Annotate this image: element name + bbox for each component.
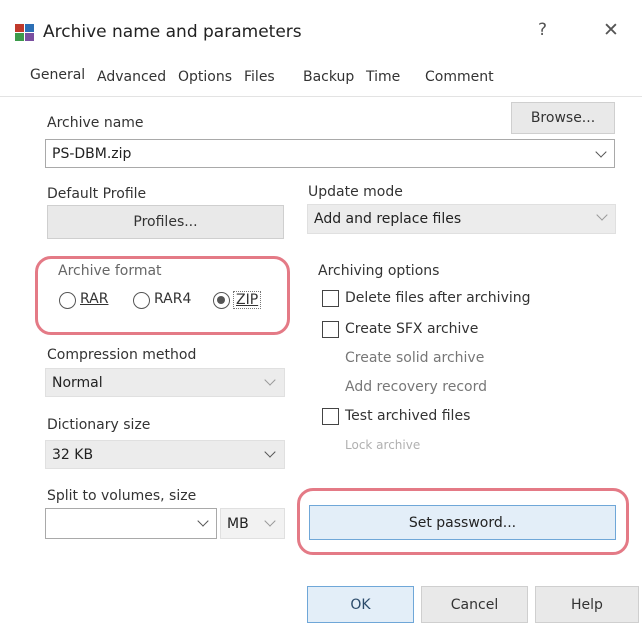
add-recovery-label[interactable]: Add recovery record bbox=[345, 379, 487, 395]
delete-after-checkbox[interactable] bbox=[322, 290, 339, 307]
archiving-options-label: Archiving options bbox=[318, 263, 440, 279]
update-mode-select[interactable]: Add and replace files bbox=[307, 204, 616, 234]
tab-backup[interactable]: Backup bbox=[303, 69, 354, 85]
set-password-button[interactable]: Set password... bbox=[309, 505, 616, 540]
cancel-button[interactable]: Cancel bbox=[421, 586, 528, 623]
archive-name-value: PS-DBM.zip bbox=[52, 145, 132, 162]
default-profile-label: Default Profile bbox=[47, 186, 147, 202]
help-icon[interactable]: ? bbox=[538, 20, 547, 40]
compression-method-label: Compression method bbox=[47, 347, 197, 363]
split-unit-select[interactable]: MB bbox=[220, 508, 285, 539]
profiles-button[interactable]: Profiles... bbox=[47, 205, 284, 239]
split-volumes-label: Split to volumes, size bbox=[47, 488, 197, 504]
browse-button[interactable]: Browse... bbox=[511, 102, 615, 134]
update-mode-label: Update mode bbox=[308, 184, 403, 200]
lock-archive-label: Lock archive bbox=[345, 438, 421, 452]
split-volumes-input[interactable] bbox=[45, 508, 217, 539]
radio-rar4-label[interactable]: RAR4 bbox=[154, 291, 191, 307]
update-mode-value: Add and replace files bbox=[314, 211, 462, 227]
archive-format-label: Archive format bbox=[58, 263, 162, 279]
app-icon bbox=[14, 22, 36, 42]
window-title: Archive name and parameters bbox=[43, 22, 302, 42]
test-files-checkbox[interactable] bbox=[322, 408, 339, 425]
dictionary-size-label: Dictionary size bbox=[47, 417, 151, 433]
tab-general[interactable]: General bbox=[30, 67, 85, 83]
split-unit-value: MB bbox=[227, 515, 249, 532]
help-button[interactable]: Help bbox=[535, 586, 639, 623]
tab-comment[interactable]: Comment bbox=[425, 69, 494, 85]
ok-button[interactable]: OK bbox=[307, 586, 414, 623]
create-sfx-checkbox[interactable] bbox=[322, 321, 339, 338]
tab-files[interactable]: Files bbox=[244, 69, 275, 85]
tab-divider bbox=[0, 96, 642, 97]
delete-after-label[interactable]: Delete files after archiving bbox=[345, 290, 531, 306]
archive-name-field[interactable]: PS-DBM.zip bbox=[45, 139, 615, 168]
radio-rar-label[interactable]: RAR bbox=[80, 291, 108, 307]
dictionary-size-select[interactable]: 32 KB bbox=[45, 440, 285, 469]
tab-advanced[interactable]: Advanced bbox=[97, 69, 166, 85]
close-icon[interactable]: ✕ bbox=[603, 19, 619, 41]
radio-rar[interactable] bbox=[59, 292, 76, 309]
tab-options[interactable]: Options bbox=[178, 69, 232, 85]
radio-zip[interactable] bbox=[213, 292, 230, 309]
compression-method-value: Normal bbox=[52, 374, 103, 391]
compression-method-select[interactable]: Normal bbox=[45, 368, 285, 397]
dictionary-size-value: 32 KB bbox=[52, 446, 94, 463]
radio-rar4[interactable] bbox=[133, 292, 150, 309]
create-sfx-label[interactable]: Create SFX archive bbox=[345, 321, 478, 337]
radio-zip-label[interactable]: ZIP bbox=[233, 291, 262, 309]
create-solid-label[interactable]: Create solid archive bbox=[345, 350, 484, 366]
tab-time[interactable]: Time bbox=[366, 69, 400, 85]
archive-name-label: Archive name bbox=[47, 115, 144, 131]
test-files-label[interactable]: Test archived files bbox=[345, 408, 470, 424]
